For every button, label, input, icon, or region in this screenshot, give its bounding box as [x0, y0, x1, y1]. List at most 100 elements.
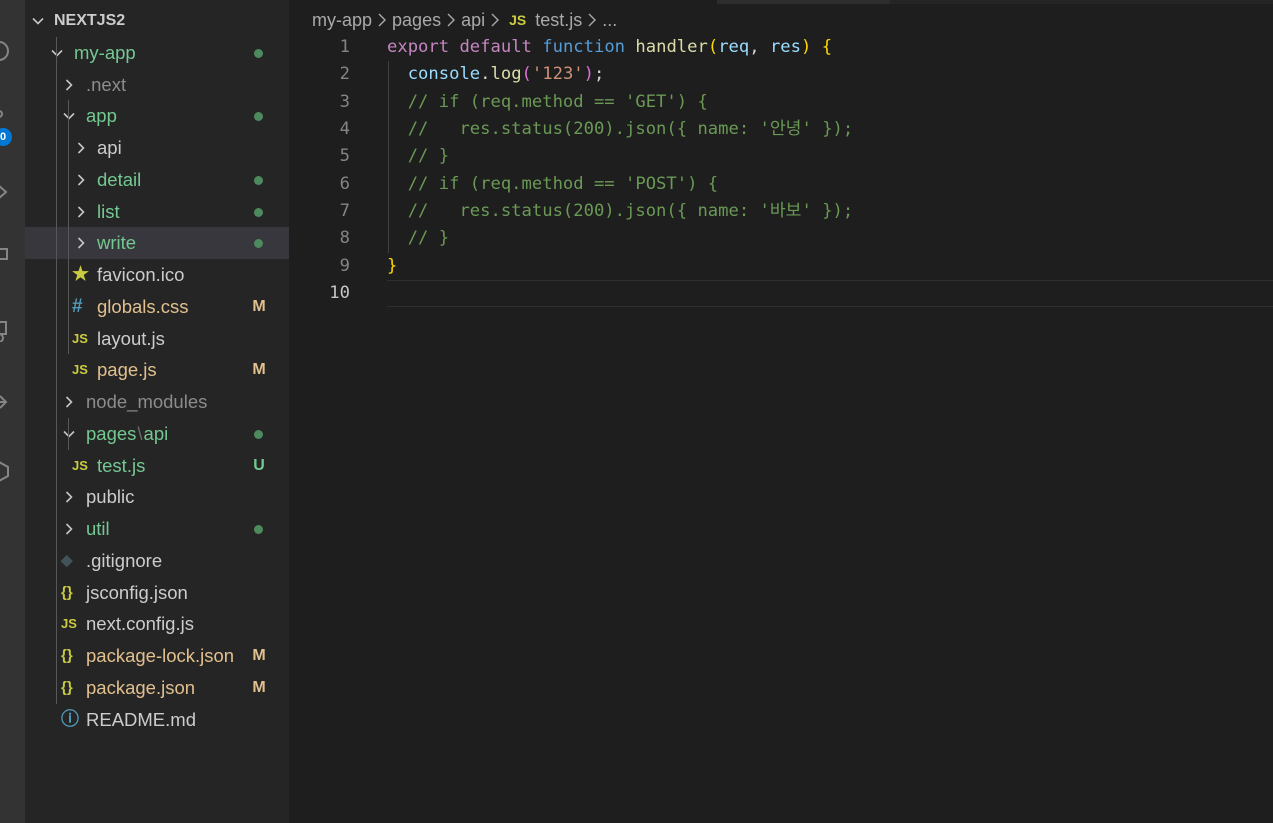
chevron-right-icon [74, 141, 88, 155]
code-text: } [387, 253, 397, 280]
code-token: log [490, 64, 522, 85]
code-token: function [542, 37, 626, 57]
git-icon: ◆ [61, 551, 73, 569]
breadcrumb-my-app[interactable]: my-app [312, 8, 372, 32]
code-text: // res.status(200).json({ name: '안녕' }); [387, 116, 854, 143]
chevron-right-icon [62, 522, 76, 536]
chevron-right-icon [74, 205, 88, 219]
modified-dot-indicator [254, 112, 263, 122]
code-token: , [749, 37, 770, 57]
git-status-badge: U [253, 456, 265, 474]
folder-app[interactable]: app [25, 100, 289, 132]
file-gitignore[interactable]: ◆ .gitignore [25, 545, 289, 577]
tree-item-label: write [97, 232, 137, 254]
file-jsconfig-json[interactable]: {} jsconfig.json [25, 577, 289, 609]
tree-item-label: favicon.ico [97, 264, 185, 285]
git-status-badge: M [252, 361, 266, 379]
file-layout-js[interactable]: JS layout.js [25, 323, 289, 355]
code-line[interactable]: 3 // if (req.method == 'GET') { [289, 89, 1273, 116]
git-status-badge: M [252, 678, 266, 696]
file-page-js[interactable]: JS page.js M [25, 354, 289, 386]
modified-dot-indicator [254, 48, 263, 58]
file-readme-md[interactable]: ⓘ README.md [25, 704, 289, 736]
file-next-config-js[interactable]: JS next.config.js [25, 608, 289, 640]
code-line[interactable]: 1 export default function handler(req, re… [289, 34, 1273, 61]
tree-item-label: test.js [97, 454, 146, 476]
code-line[interactable]: 4 // res.status(200).json({ name: '안녕' }… [289, 116, 1273, 143]
code-token: // res.status(200).json({ name: '바보' }); [407, 201, 854, 222]
code-line[interactable]: 10 [289, 280, 1273, 307]
code-text: // if (req.method == 'POST') { [387, 171, 718, 198]
code-line[interactable]: 6 // if (req.method == 'POST') { [289, 171, 1273, 198]
tree-item-label: README.md [86, 708, 196, 730]
tree-item-label: .next [86, 73, 127, 95]
tree-item-label: .gitignore [86, 549, 163, 571]
source-control-badge: 0 [0, 128, 12, 146]
search-icon[interactable] [0, 40, 10, 62]
docker-icon[interactable] [0, 460, 10, 482]
modified-dot-indicator [254, 207, 263, 217]
remote-explorer-icon[interactable] [0, 320, 10, 342]
git-status-badge: M [252, 647, 266, 664]
code-token: ) [583, 64, 595, 85]
code-line[interactable]: 9} [289, 253, 1273, 280]
code-text: // } [387, 225, 449, 252]
tree-item-label: list [97, 200, 120, 222]
file-package-json[interactable]: {} package.json M [25, 672, 289, 704]
file-package-lock-json[interactable]: {} package-lock.json M [25, 640, 289, 672]
explorer-root-nextjs2[interactable]: NEXTJS2 [25, 5, 289, 37]
extensions-icon[interactable] [0, 246, 10, 268]
code-line[interactable]: 8 // } [289, 225, 1273, 252]
folder-node-modules[interactable]: node_modules [25, 386, 289, 418]
chevron-right-icon [74, 236, 88, 250]
line-number: 10 [329, 283, 350, 304]
tree-item-label: jsconfig.json [86, 581, 188, 603]
line-number: 8 [339, 228, 350, 249]
code-editor[interactable]: 1 export default function handler(req, re… [289, 34, 1273, 823]
tree-item-label: detail [97, 168, 142, 190]
folder-api[interactable]: api [25, 132, 289, 164]
line-number: 4 [339, 119, 350, 140]
code-token: ( [707, 37, 719, 57]
breadcrumb-pages[interactable]: pages [392, 8, 441, 32]
chevron-right-icon [62, 395, 76, 409]
file-favicon-ico[interactable]: ★ favicon.ico [25, 259, 289, 291]
tree-item-label: node_modules [86, 391, 208, 412]
code-token: // } [407, 146, 450, 167]
live-share-icon[interactable] [0, 391, 10, 413]
chevron-down-icon [31, 14, 45, 28]
folder-write[interactable]: write [25, 227, 289, 259]
folder-pages[interactable]: pages\api [25, 418, 289, 450]
folder-list[interactable]: list [25, 196, 289, 228]
folder-my-app[interactable]: my-app [25, 37, 289, 69]
breadcrumb-symbols[interactable]: ... [602, 8, 617, 32]
code-token: handler [635, 37, 708, 57]
folder-next[interactable]: .next [25, 69, 289, 101]
tree-item-label: my-app [74, 41, 136, 63]
file-test-js[interactable]: JS test.js U [25, 450, 289, 482]
tree-item-label: next.config.js [86, 613, 194, 635]
breadcrumb-file[interactable]: test.js [535, 8, 582, 32]
folder-public[interactable]: public [25, 481, 289, 513]
file-globals-css[interactable]: # globals.css M [25, 291, 289, 323]
code-line[interactable]: 2 console.log('123'); [289, 61, 1273, 88]
breadcrumb-api[interactable]: api [461, 8, 485, 32]
line-number: 1 [339, 37, 350, 57]
code-line[interactable]: 5 // } [289, 143, 1273, 170]
folder-detail[interactable]: detail [25, 164, 289, 196]
run-debug-icon[interactable] [0, 181, 10, 203]
breadcrumb: my-app pages api JS test.js... [312, 8, 617, 32]
code-token: } [387, 255, 398, 276]
source-control-icon[interactable] [0, 108, 10, 130]
js-file-icon: JS [509, 12, 527, 28]
chevron-right-icon [74, 173, 88, 187]
folder-util[interactable]: util [25, 513, 289, 545]
tree-item-label: package-lock.json [86, 645, 235, 666]
tree-item-label: package.json [86, 676, 196, 698]
code-line[interactable]: 7 // res.status(200).json({ name: '바보' }… [289, 198, 1273, 225]
